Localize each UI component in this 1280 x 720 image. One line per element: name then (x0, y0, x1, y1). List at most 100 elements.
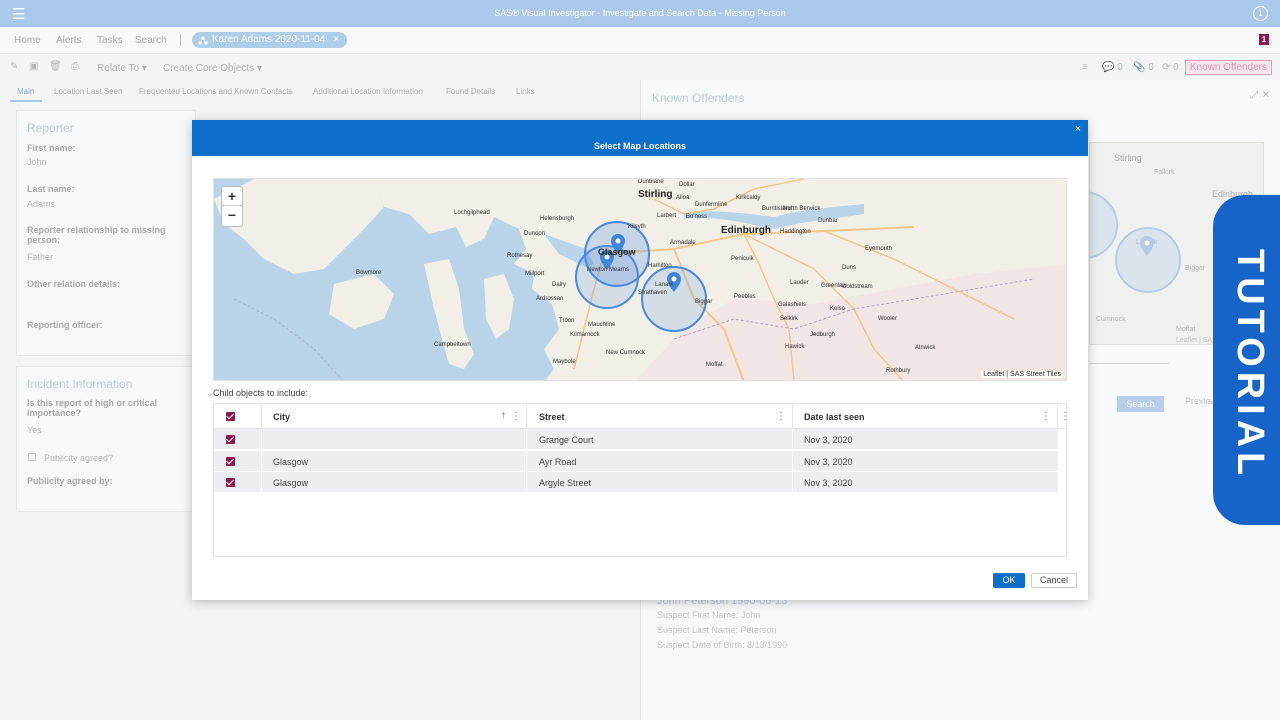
nav-search[interactable]: Search (135, 35, 167, 46)
nav-bar: Home Alerts Tasks Search Karen Adams 202… (0, 27, 1280, 54)
open-case-tab[interactable]: Karen Adams 2020-11-04 × (192, 32, 348, 48)
row-checkbox[interactable] (226, 435, 235, 444)
info-icon[interactable]: i (1253, 6, 1268, 21)
column-header-street[interactable]: Street (539, 412, 565, 422)
table-header: City ↑ ⋮ Street ⋮ Date last seen ⋮ ⋮ (214, 404, 1070, 429)
map-label: Alnwick (915, 345, 936, 351)
map-marker-icon[interactable] (1140, 236, 1154, 256)
title-bar: ☰ SAS® Visual Investigator - Investigate… (0, 0, 1280, 27)
map-label: Kilsyth (628, 224, 646, 230)
map-label: Falkirk (1154, 169, 1175, 176)
nav-home[interactable]: Home (14, 35, 41, 46)
cell-separator (261, 451, 262, 472)
relate-to-menu[interactable]: Relate To ▾ (97, 63, 147, 74)
cell-separator (792, 451, 793, 472)
map-label: Millport (525, 271, 545, 277)
tutorial-label: TUTORIAL (1229, 249, 1271, 481)
list-icon[interactable]: ≡ (1082, 62, 1088, 73)
locations-map[interactable]: Stirling Edinburgh Glasgow Dunblane Doll… (213, 178, 1067, 381)
divider (1089, 363, 1169, 364)
edit-icon[interactable]: ✎ (10, 61, 21, 73)
table-row[interactable]: Glasgow Ayr Road Nov 3, 2020 (214, 451, 1058, 472)
search-button[interactable]: Search (1117, 396, 1164, 412)
save-icon[interactable]: ▣ (29, 61, 40, 73)
column-menu-icon[interactable]: ⋮ (511, 411, 521, 422)
tab-frequented-locations[interactable]: Frequented Locations and Known Contacts (139, 87, 292, 96)
create-core-objects-menu[interactable]: Create Core Objects ▾ (163, 63, 262, 74)
map-label: Stirling (1114, 153, 1142, 163)
map-label: Ardrossan (536, 296, 564, 302)
priority-value: Yes (27, 425, 42, 435)
tab-found-details[interactable]: Found Details (446, 87, 495, 96)
cell-separator (792, 429, 793, 450)
page-tabs: Main Location Last Seen Frequented Locat… (0, 81, 640, 102)
column-separator (1057, 404, 1058, 429)
tab-additional-location[interactable]: Additional Location Information (313, 87, 423, 96)
map-attribution[interactable]: Leaflet | SAS Street Tiles (981, 371, 1063, 378)
tab-main[interactable]: Main (17, 87, 34, 96)
column-header-date[interactable]: Date last seen (804, 412, 865, 422)
nav-tasks[interactable]: Tasks (97, 35, 123, 46)
map-label: North Berwick (783, 206, 821, 212)
row-checkbox[interactable] (226, 478, 235, 487)
notification-badge[interactable]: 1 (1259, 34, 1269, 45)
cell-city: Glasgow (273, 457, 309, 467)
toolbar: ✎ ▣ 🗑 ⎙ Relate To ▾ Create Core Objects … (0, 55, 1280, 81)
zoom-out-button[interactable]: − (222, 206, 242, 225)
cell-date: Nov 3, 2020 (804, 457, 853, 467)
table-row[interactable]: Grange Court Nov 3, 2020 (214, 429, 1058, 450)
close-tab-icon[interactable]: × (333, 32, 339, 48)
map-label: Bowmore (356, 270, 382, 276)
sort-ascending-icon[interactable]: ↑ (501, 410, 506, 421)
map-label: New Cumnock (606, 350, 646, 356)
column-menu-icon[interactable]: ⋮ (776, 411, 786, 422)
reporting-officer-label: Reporting officer: (27, 320, 103, 330)
map-label: Edinburgh (721, 225, 771, 236)
map-label: Galashiels (778, 302, 807, 308)
map-label: Alloa (676, 195, 690, 201)
publicity-checkbox[interactable] (28, 453, 36, 461)
priority-label: Is this report of high or critical impor… (27, 398, 158, 418)
suspect-first-name: Suspect First Name: John (657, 610, 761, 620)
known-offenders-button[interactable]: Known Offenders (1184, 60, 1272, 75)
panel-close-icon[interactable]: ✕ (1262, 90, 1270, 101)
tab-links[interactable]: Links (516, 87, 535, 96)
cell-separator (526, 472, 527, 493)
cell-street: Grange Court (539, 435, 594, 445)
cell-street: Ayr Road (539, 457, 577, 467)
map-label: Glasgow (598, 247, 636, 257)
other-relation-label: Other relation details: (27, 279, 121, 289)
table-row[interactable]: Glasgow Argyle Street Nov 3, 2020 (214, 472, 1058, 493)
comments-count[interactable]: 💬 0 (1102, 62, 1123, 73)
attachments-count[interactable]: 📎 0 (1133, 62, 1154, 73)
nav-alerts[interactable]: Alerts (56, 35, 82, 46)
expand-icon[interactable]: ⤢ (1250, 90, 1258, 101)
tab-location-last-seen[interactable]: Location Last Seen (54, 87, 123, 96)
table-options-icon[interactable]: ⋮ (1060, 411, 1070, 422)
map-label: Haddington (780, 229, 811, 235)
column-header-city[interactable]: City (273, 412, 290, 422)
cancel-button[interactable]: Cancel (1031, 573, 1077, 588)
zoom-in-button[interactable]: + (222, 187, 242, 206)
links-count[interactable]: ⟳ 0 (1162, 62, 1179, 73)
map-label: Eyemouth (865, 246, 893, 252)
tutorial-ribbon: TUTORIAL (1213, 195, 1280, 525)
map-label: Campbeltown (434, 342, 471, 348)
row-checkbox[interactable] (226, 457, 235, 466)
map-label: Biggar (1185, 265, 1206, 272)
cell-street: Argyle Street (539, 478, 592, 488)
comments-count-value: 0 (1117, 62, 1123, 73)
cell-separator (526, 429, 527, 450)
column-menu-icon[interactable]: ⋮ (1041, 411, 1051, 422)
ok-button[interactable]: OK (993, 573, 1025, 588)
print-icon[interactable]: ⎙ (71, 61, 82, 73)
map-label: Jedburgh (810, 332, 836, 338)
delete-icon[interactable]: 🗑 (49, 61, 62, 73)
suspect-last-name: Suspect Last Name: Peterson (657, 625, 777, 635)
map-label: Lochgilphead (454, 210, 490, 216)
dialog-close-icon[interactable]: × (1075, 123, 1081, 135)
select-all-checkbox[interactable] (226, 412, 235, 421)
select-map-locations-dialog: × Select Map Locations Stirling Edinburg… (192, 120, 1088, 600)
map-label: Armadale (670, 240, 696, 246)
map-label: Peebles (734, 294, 756, 300)
